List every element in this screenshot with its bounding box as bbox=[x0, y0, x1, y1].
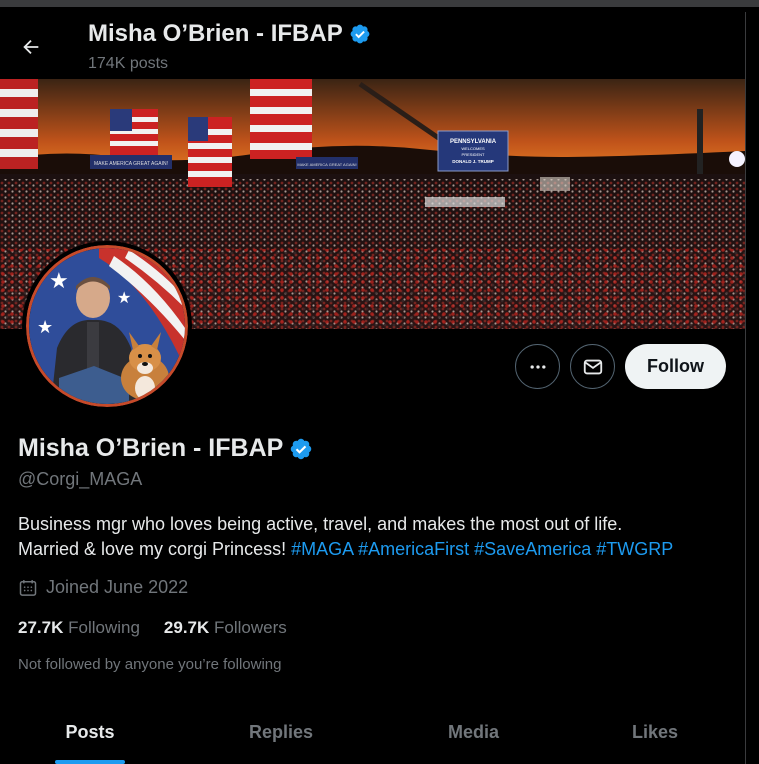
following-link[interactable]: 27.7K Following bbox=[18, 618, 140, 638]
scrollbar[interactable] bbox=[745, 12, 746, 764]
tab-label: Posts bbox=[65, 721, 115, 742]
svg-text:★: ★ bbox=[37, 317, 53, 338]
verified-badge-icon[interactable] bbox=[349, 23, 371, 45]
banner-sign-line-4: DONALD J. TRUMP bbox=[452, 159, 494, 164]
banner-sign-small-2: MAKE AMERICA GREAT AGAIN! bbox=[297, 162, 356, 167]
followers-count: 29.7K bbox=[163, 618, 210, 637]
banner-sign-line-2: WELCOMES bbox=[461, 146, 485, 151]
follow-stats: 27.7K Following 29.7K Followers bbox=[18, 618, 287, 638]
header-title: Misha O’Brien - IFBAP bbox=[88, 20, 371, 48]
profile-tabs: Posts Replies Media Likes bbox=[0, 700, 745, 764]
followers-label: Followers bbox=[214, 618, 287, 637]
arrow-left-icon bbox=[23, 39, 39, 55]
banner-sign-small-1: MAKE AMERICA GREAT AGAIN! bbox=[94, 161, 168, 167]
calendar-icon bbox=[19, 579, 37, 596]
joined-date: Joined June 2022 bbox=[18, 577, 188, 598]
following-count: 27.7K bbox=[18, 618, 64, 637]
hashtag-link[interactable]: #MAGA bbox=[291, 539, 353, 559]
tab-likes[interactable]: Likes bbox=[565, 700, 745, 764]
profile-name: Misha O’Brien - IFBAP bbox=[18, 434, 313, 463]
tab-label: Likes bbox=[631, 721, 679, 742]
more-options-button[interactable] bbox=[515, 344, 560, 389]
profile-handle: @Corgi_MAGA bbox=[18, 469, 143, 489]
joined-text: Joined June 2022 bbox=[46, 577, 189, 597]
bio-text: Married & love my corgi Princess! bbox=[18, 539, 292, 559]
envelope-icon bbox=[583, 359, 602, 374]
tab-label: Replies bbox=[248, 721, 314, 742]
active-tab-indicator bbox=[55, 760, 125, 764]
tab-media[interactable]: Media bbox=[382, 700, 565, 764]
svg-text:★: ★ bbox=[117, 288, 131, 307]
tab-posts[interactable]: Posts bbox=[0, 700, 180, 764]
message-button[interactable] bbox=[570, 344, 615, 389]
back-button[interactable] bbox=[13, 29, 49, 65]
follow-button[interactable]: Follow bbox=[625, 344, 726, 389]
followers-link[interactable]: 29.7K Followers bbox=[164, 618, 287, 638]
more-horizontal-icon bbox=[530, 364, 545, 369]
avatar[interactable]: ★ ★ ★ bbox=[22, 241, 192, 411]
bio-line-2: Married & love my corgi Princess! #MAGA … bbox=[18, 537, 738, 562]
hashtag-link[interactable]: #AmericaFirst bbox=[358, 539, 469, 559]
profile-display-name: Misha O’Brien - IFBAP bbox=[18, 434, 284, 462]
hashtag-link[interactable]: #SaveAmerica bbox=[474, 539, 591, 559]
hashtag-link[interactable]: #TWGRP bbox=[596, 539, 673, 559]
post-count: 174K posts bbox=[88, 55, 169, 72]
svg-text:★: ★ bbox=[49, 269, 69, 294]
banner-sign-line-1: PENNSYLVANIA bbox=[450, 139, 497, 145]
bio-line-1: Business mgr who loves being active, tra… bbox=[18, 514, 623, 534]
browser-top-strip bbox=[0, 0, 759, 7]
tab-label: Media bbox=[447, 721, 499, 742]
tab-replies[interactable]: Replies bbox=[180, 700, 382, 764]
profile-bio: Business mgr who loves being active, tra… bbox=[18, 512, 738, 562]
verified-badge-icon[interactable] bbox=[289, 437, 313, 461]
mutual-followers-note: Not followed by anyone you’re following bbox=[18, 656, 282, 673]
avatar-photo: ★ ★ ★ bbox=[26, 245, 188, 407]
following-label: Following bbox=[68, 618, 140, 637]
header-name: Misha O’Brien - IFBAP bbox=[88, 20, 343, 47]
profile-header: Misha O’Brien - IFBAP 174K posts bbox=[0, 7, 745, 79]
banner-sign-line-3: PRESIDENT bbox=[462, 152, 485, 157]
